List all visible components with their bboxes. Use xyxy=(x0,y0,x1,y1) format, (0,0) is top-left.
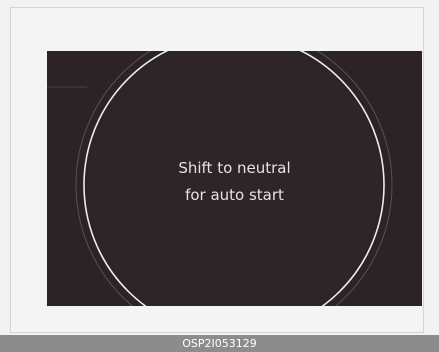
image-code-caption: OSP2I053129 xyxy=(0,335,439,352)
cluster-display: Shift to neutral for auto start xyxy=(47,51,422,306)
message-line-2: for auto start xyxy=(185,186,284,204)
message-line-1: Shift to neutral xyxy=(178,159,291,177)
figure-frame: Shift to neutral for auto start xyxy=(10,7,424,333)
auto-start-warning-message: Shift to neutral for auto start xyxy=(47,155,422,209)
